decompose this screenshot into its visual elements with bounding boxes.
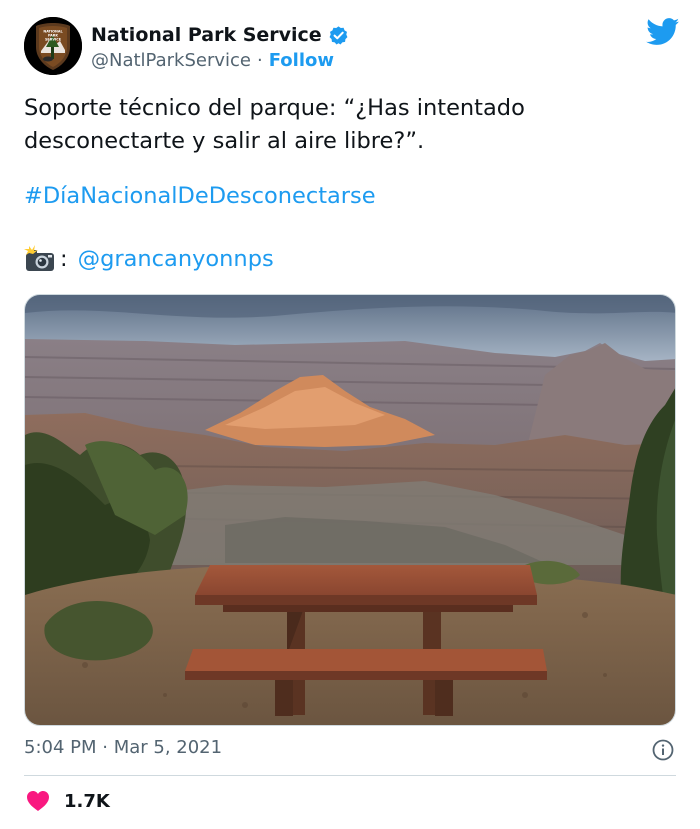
separator-dot: · — [256, 50, 263, 71]
tweet-text: Soporte técnico del parque: “¿Has intent… — [24, 95, 525, 154]
tweet-photo[interactable] — [24, 294, 676, 726]
author-display-name[interactable]: National Park Service — [91, 24, 322, 46]
author-handle-row: @NatlParkService · Follow — [91, 50, 334, 71]
credit-separator: : — [60, 246, 68, 272]
info-icon[interactable] — [652, 739, 674, 761]
tweet-timestamp[interactable]: 5:04 PM · Mar 5, 2021 — [24, 737, 222, 758]
follow-button[interactable]: Follow — [269, 50, 334, 71]
mention-link[interactable]: @grancanyonnps — [78, 246, 274, 272]
like-action[interactable]: 1.7K — [26, 790, 110, 812]
camera-flash-icon — [24, 245, 54, 271]
grand-canyon-photo — [25, 295, 675, 725]
photo-credit-row: : @grancanyonnps — [24, 245, 274, 273]
like-count: 1.7K — [64, 790, 110, 812]
hashtag-link[interactable]: #DíaNacionalDeDesconectarse — [24, 183, 376, 209]
nps-arrowhead-logo: NATIONAL PARK SERVICE — [24, 17, 82, 75]
author-handle[interactable]: @NatlParkService — [91, 50, 251, 71]
author-name-row: National Park Service — [91, 22, 349, 48]
svg-text:SERVICE: SERVICE — [45, 38, 62, 42]
divider — [24, 775, 676, 776]
twitter-bird-icon[interactable] — [646, 18, 680, 46]
avatar[interactable]: NATIONAL PARK SERVICE — [24, 17, 82, 75]
heart-icon[interactable] — [26, 790, 50, 812]
tweet-card: NATIONAL PARK SERVICE National Park Serv… — [0, 0, 700, 829]
verified-badge-icon — [329, 25, 348, 45]
